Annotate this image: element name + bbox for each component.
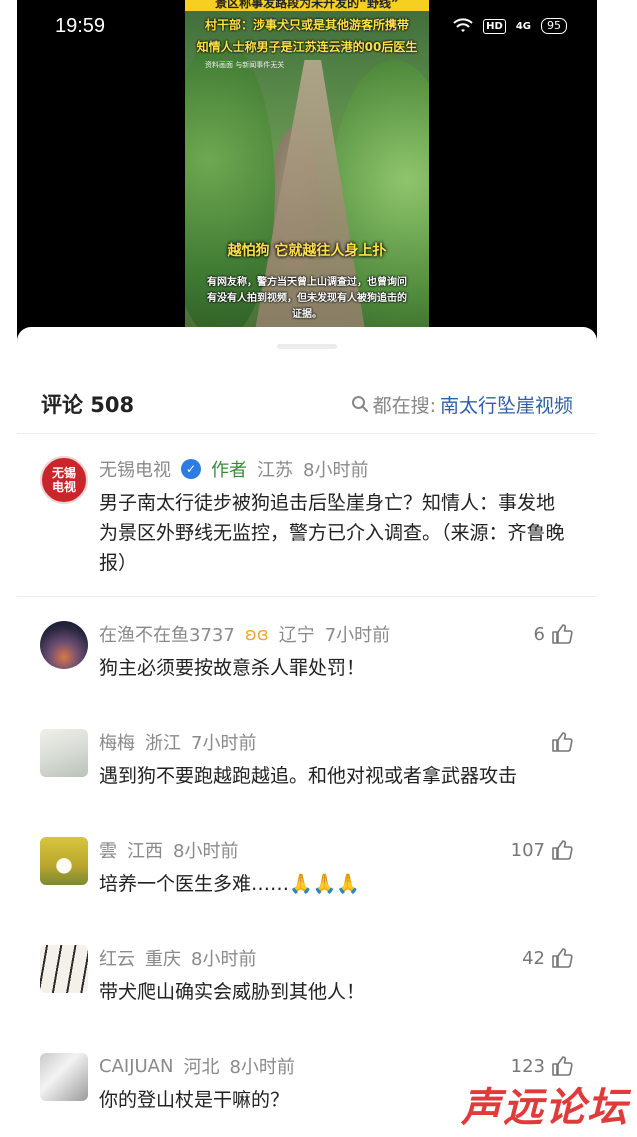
like-button[interactable]: 107 <box>511 837 573 863</box>
commenter-name[interactable]: CAIJUAN <box>99 1056 173 1077</box>
commenter-location: 江西 <box>127 841 163 862</box>
comment-item[interactable]: 无锡 电视 无锡电视 ✓ 作者 江苏 8小时前 男子南太行徒步被狗追击后坠崖身亡… <box>17 456 597 576</box>
comment-time: 8小时前 <box>229 1057 295 1078</box>
butterfly-badge-icon: ʚɞ <box>244 623 269 645</box>
thumbs-up-icon <box>552 1056 573 1076</box>
comment-meta: 红云 重庆 8小时前 <box>99 945 573 971</box>
commenter-name[interactable]: 红云 <box>99 945 135 971</box>
like-count: 123 <box>510 1055 545 1077</box>
comment-body: 红云 重庆 8小时前 带犬爬山确实会威胁到其他人！ <box>99 945 573 1007</box>
status-time: 19:59 <box>55 14 106 37</box>
video-source-note: 资料画面 与新闻事件无关 <box>205 61 285 69</box>
commenter-name[interactable]: 雲 <box>99 837 117 863</box>
search-label: 都在搜: <box>372 394 436 417</box>
commenter-location: 辽宁 <box>278 625 315 646</box>
avatar[interactable]: 无锡 电视 <box>40 456 88 504</box>
comment-text[interactable]: 男子南太行徒步被狗追击后坠崖身亡？知情人：事发地为景区外野线无监控，警方已介入调… <box>99 488 573 578</box>
comment-meta: 梅梅 浙江 7小时前 <box>99 729 573 755</box>
comment-body: 在渔不在鱼3737 ʚɞ 辽宁 7小时前 狗主必须要按故意杀人罪处罚！ <box>99 621 573 683</box>
header-divider <box>17 433 597 434</box>
video-caption-big: 越怕狗 它就越往人身上扑 <box>227 243 387 259</box>
avatar[interactable] <box>40 1053 88 1101</box>
commenter-location: 河北 <box>183 1057 220 1078</box>
comment-text[interactable]: 遇到狗不要跑越跑越追。和他对视或者拿武器攻击 <box>99 761 573 791</box>
video-player[interactable]: 19:59 HD 4G 95 景区称事发路段为未开发的“野线” 村干部：涉事犬只… <box>17 0 597 345</box>
comments-sheet: 评论 508 都在搜: 南太行坠崖视频 无锡 电视 无锡电视 ✓ 作者 江苏 8… <box>17 327 597 1137</box>
avatar[interactable] <box>40 837 88 885</box>
like-count: 6 <box>533 623 545 645</box>
comment-time: 7小时前 <box>191 733 257 754</box>
comment-item[interactable]: 雲 江西 8小时前 培养一个医生多难……🙏🙏🙏 107 <box>17 837 597 917</box>
status-icons: HD 4G 95 <box>453 18 567 34</box>
commenter-name[interactable]: 无锡电视 <box>99 456 171 482</box>
comment-body: 雲 江西 8小时前 培养一个医生多难……🙏🙏🙏 <box>99 837 573 899</box>
commenter-location: 浙江 <box>145 733 181 754</box>
thumbs-up-icon <box>552 948 573 968</box>
comment-item[interactable]: 红云 重庆 8小时前 带犬爬山确实会威胁到其他人！ 42 <box>17 945 597 1025</box>
wifi-icon <box>453 18 473 32</box>
trending-search[interactable]: 都在搜: 南太行坠崖视频 <box>351 391 573 418</box>
comment-body: 梅梅 浙江 7小时前 遇到狗不要跑越跑越追。和他对视或者拿武器攻击 <box>99 729 573 791</box>
verified-icon: ✓ <box>181 459 201 479</box>
search-link[interactable]: 南太行坠崖视频 <box>440 391 573 418</box>
battery-icon: 95 <box>541 18 567 34</box>
avatar-text: 无锡 <box>51 466 76 480</box>
comment-meta: 无锡电视 ✓ 作者 江苏 8小时前 <box>99 456 573 482</box>
comments-header: 评论 508 都在搜: 南太行坠崖视频 <box>17 379 597 429</box>
avatar[interactable] <box>40 621 88 669</box>
search-icon <box>351 396 368 412</box>
sheet-drag-handle[interactable] <box>277 344 337 349</box>
avatar[interactable] <box>40 729 88 777</box>
like-count: 107 <box>510 839 545 861</box>
comment-time: 8小时前 <box>303 460 369 481</box>
comment-item[interactable]: 梅梅 浙江 7小时前 遇到狗不要跑越跑越追。和他对视或者拿武器攻击 <box>17 729 597 809</box>
author-tag: 作者 <box>211 460 247 481</box>
like-button[interactable]: 6 <box>534 621 573 647</box>
comments-count-title: 评论 508 <box>41 393 135 417</box>
comment-text[interactable]: 带犬爬山确实会威胁到其他人！ <box>99 977 573 1007</box>
comment-item[interactable]: 在渔不在鱼3737 ʚɞ 辽宁 7小时前 狗主必须要按故意杀人罪处罚！ 6 <box>17 621 597 701</box>
commenter-location: 江苏 <box>257 460 293 481</box>
like-button[interactable] <box>545 729 573 755</box>
forum-watermark: 声远论坛 <box>461 1085 629 1131</box>
comment-time: 8小时前 <box>173 841 239 862</box>
comment-text[interactable]: 狗主必须要按故意杀人罪处罚！ <box>99 653 573 683</box>
like-button[interactable]: 42 <box>522 945 573 971</box>
commenter-location: 重庆 <box>145 949 181 970</box>
signal-icon: 4G <box>515 20 531 32</box>
hd-icon: HD <box>483 18 506 34</box>
status-bar: 19:59 HD 4G 95 <box>17 0 597 52</box>
like-count: 42 <box>522 947 545 969</box>
video-caption-small: 有网友称，警方当天曾上山调查过，也曾询问有没有人拍到视频，但未发现有人被狗追击的… <box>207 277 407 320</box>
comment-meta: 雲 江西 8小时前 <box>99 837 573 863</box>
avatar[interactable] <box>40 945 88 993</box>
comment-text[interactable]: 培养一个医生多难……🙏🙏🙏 <box>99 869 573 899</box>
comment-time: 8小时前 <box>191 949 257 970</box>
commenter-name[interactable]: 梅梅 <box>99 729 135 755</box>
thumbs-up-icon <box>552 732 573 752</box>
commenter-name[interactable]: 在渔不在鱼3737 <box>99 621 235 647</box>
comment-time: 7小时前 <box>324 625 391 646</box>
avatar-text: 电视 <box>51 480 76 494</box>
comment-meta: 在渔不在鱼3737 ʚɞ 辽宁 7小时前 <box>99 621 573 647</box>
comment-body: 无锡电视 ✓ 作者 江苏 8小时前 男子南太行徒步被狗追击后坠崖身亡？知情人：事… <box>99 456 573 578</box>
thumbs-up-icon <box>552 840 573 860</box>
author-post-divider <box>17 596 597 597</box>
thumbs-up-icon <box>552 624 573 644</box>
